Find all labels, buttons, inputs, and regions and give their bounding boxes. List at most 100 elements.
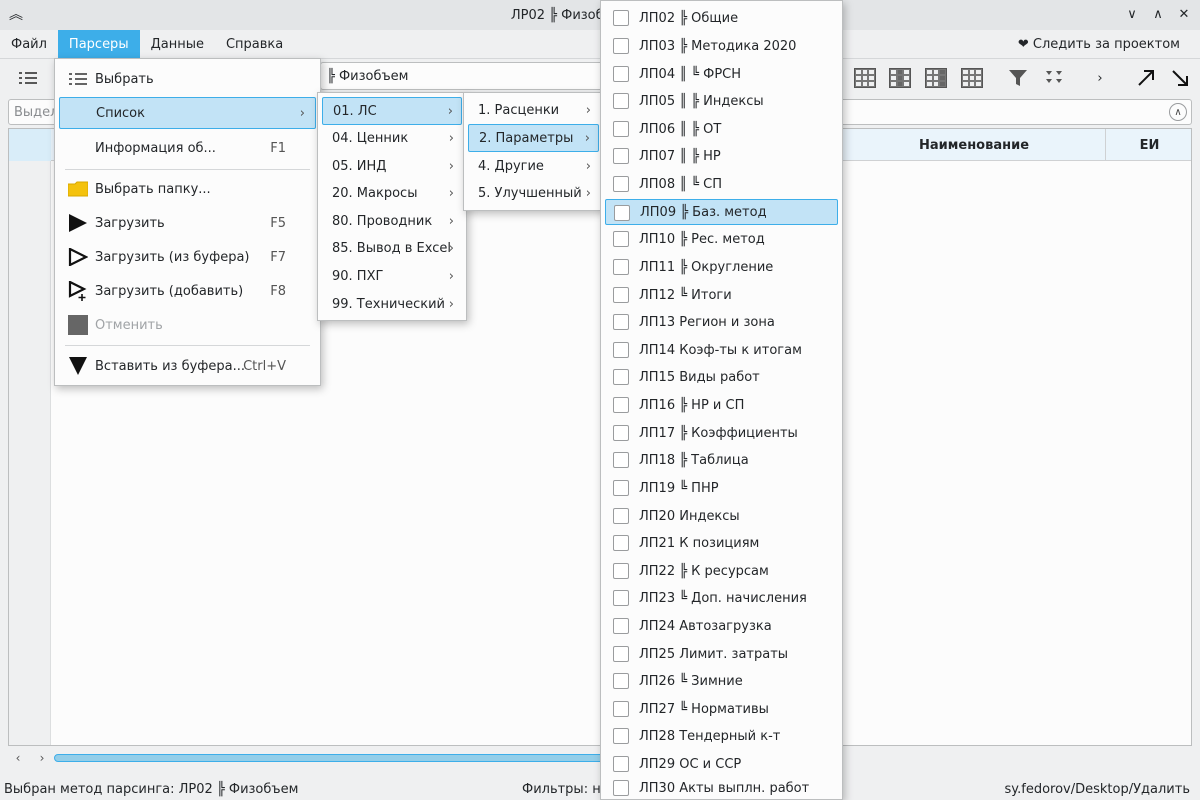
arrow-up-right-icon[interactable]: [1132, 65, 1160, 91]
checkbox[interactable]: [613, 590, 629, 606]
menu-item-select-folder[interactable]: Выбрать папку...: [59, 174, 316, 204]
checklist-item[interactable]: ЛП29 ОС и ССР: [605, 751, 838, 777]
grid-col-icon[interactable]: [886, 65, 914, 91]
submenu-item-ls[interactable]: 01. ЛС ›: [322, 97, 462, 125]
checkbox[interactable]: [613, 314, 629, 330]
menu-file[interactable]: Файл: [0, 30, 58, 58]
scroll-left-icon[interactable]: ‹: [10, 748, 26, 768]
follow-project-link[interactable]: ❤ Следить за проектом: [1018, 30, 1180, 58]
submenu-item-rates[interactable]: 1. Расценки ›: [468, 97, 599, 123]
filter-icon[interactable]: [1004, 65, 1032, 91]
scroll-right-icon[interactable]: ›: [34, 748, 50, 768]
checkbox[interactable]: [613, 231, 629, 247]
checklist-item[interactable]: ЛП20 Индексы: [605, 503, 838, 529]
checklist-item[interactable]: ЛП11 ╠ Округление: [605, 254, 838, 280]
header-name[interactable]: Наименование: [843, 129, 1105, 161]
checkbox[interactable]: [613, 397, 629, 413]
checklist-item[interactable]: ЛП14 Коэф-ты к итогам: [605, 337, 838, 363]
list-icon[interactable]: [14, 65, 42, 91]
checklist-item[interactable]: ЛП16 ╠ НР и СП: [605, 392, 838, 418]
arrow-down-right-icon[interactable]: [1166, 65, 1194, 91]
checkbox[interactable]: [613, 148, 629, 164]
checklist-item[interactable]: ЛП27 ╚ Нормативы: [605, 696, 838, 722]
submenu-item-ind[interactable]: 05. ИНД ›: [322, 153, 462, 179]
menu-item-load[interactable]: Загрузить F5: [59, 208, 316, 238]
close-icon[interactable]: ✕: [1176, 4, 1192, 24]
checklist-item[interactable]: ЛП22 ╠ К ресурсам: [605, 558, 838, 584]
checklist-item[interactable]: ЛП21 К позициям: [605, 530, 838, 556]
submenu-item-price[interactable]: 04. Ценник ›: [322, 125, 462, 151]
menu-item-info[interactable]: Информация об... F1: [59, 133, 316, 163]
minimize-icon[interactable]: ∨: [1124, 4, 1140, 24]
checkbox[interactable]: [613, 259, 629, 275]
checkbox[interactable]: [613, 646, 629, 662]
checklist-item[interactable]: ЛП26 ╚ Зимние: [605, 668, 838, 694]
checkbox[interactable]: [613, 93, 629, 109]
checklist-item[interactable]: ЛП09 ╠ Баз. метод: [605, 199, 838, 225]
checkbox[interactable]: [613, 369, 629, 385]
grid-plain-icon[interactable]: [958, 65, 986, 91]
checklist-item[interactable]: ЛП28 Тендерный к-т: [605, 723, 838, 749]
checkbox[interactable]: [613, 66, 629, 82]
submenu-item-technical[interactable]: 99. Технический ›: [322, 291, 462, 317]
more-chevron-icon[interactable]: ›: [1086, 65, 1114, 91]
grid-right-icon[interactable]: [922, 65, 950, 91]
menu-item-load-clipboard[interactable]: Загрузить (из буфера) F7: [59, 242, 316, 272]
checkbox[interactable]: [613, 728, 629, 744]
submenu-item-macros[interactable]: 20. Макросы ›: [322, 180, 462, 206]
collapse-icon[interactable]: ∧: [1169, 103, 1187, 121]
submenu-item-improved[interactable]: 5. Улучшенный ›: [468, 180, 599, 206]
menu-item-paste[interactable]: Вставить из буфера... Ctrl+V: [59, 351, 316, 381]
checklist-item[interactable]: ЛП25 Лимит. затраты: [605, 641, 838, 667]
maximize-icon[interactable]: ∧: [1150, 4, 1166, 24]
scroll-thumb[interactable]: [54, 754, 614, 762]
checkbox[interactable]: [613, 756, 629, 772]
checkbox[interactable]: [613, 10, 629, 26]
grid-all-icon[interactable]: [851, 65, 879, 91]
window-menu-icon[interactable]: ︽: [6, 4, 26, 24]
menu-help[interactable]: Справка: [215, 30, 294, 58]
header-corner[interactable]: [9, 129, 51, 161]
header-unit[interactable]: ЕИ: [1105, 129, 1193, 161]
menu-parsers[interactable]: Парсеры: [57, 30, 140, 58]
checkbox[interactable]: [613, 452, 629, 468]
checklist-item[interactable]: ЛП04 ║ ╚ ФРСН: [605, 61, 838, 87]
checklist-item[interactable]: ЛП06 ║ ╠ ОТ: [605, 116, 838, 142]
checkbox[interactable]: [613, 701, 629, 717]
menu-data[interactable]: Данные: [140, 30, 215, 58]
checkbox[interactable]: [614, 205, 630, 221]
checklist-item[interactable]: ЛП24 Автозагрузка: [605, 613, 838, 639]
checklist-item[interactable]: ЛП18 ╠ Таблица: [605, 447, 838, 473]
checklist-item[interactable]: ЛП23 ╚ Доп. начисления: [605, 585, 838, 611]
submenu-item-params[interactable]: 2. Параметры ›: [468, 124, 599, 152]
checklist-item[interactable]: ЛП03 ╠ Методика 2020: [605, 33, 838, 59]
checkbox[interactable]: [613, 480, 629, 496]
submenu-item-others[interactable]: 4. Другие ›: [468, 153, 599, 179]
checkbox[interactable]: [613, 121, 629, 137]
checklist-item[interactable]: ЛП10 ╠ Рес. метод: [605, 226, 838, 252]
checkbox[interactable]: [613, 563, 629, 579]
checklist-item[interactable]: ЛП08 ║ ╚ СП: [605, 171, 838, 197]
checkbox[interactable]: [613, 535, 629, 551]
parser-combo[interactable]: ╠ Физобъем: [320, 62, 610, 90]
submenu-item-explorer[interactable]: 80. Проводник ›: [322, 208, 462, 234]
submenu-item-phg[interactable]: 90. ПХГ ›: [322, 263, 462, 289]
checkbox[interactable]: [613, 780, 629, 796]
checkbox[interactable]: [613, 508, 629, 524]
menu-item-list[interactable]: Список ›: [59, 97, 316, 129]
checklist-item[interactable]: ЛП07 ║ ╠ НР: [605, 143, 838, 169]
filter-options-icon[interactable]: [1040, 65, 1068, 91]
checkbox[interactable]: [613, 287, 629, 303]
checklist-item[interactable]: ЛП30 Акты выплн. работ: [605, 775, 838, 800]
checklist-item[interactable]: ЛП15 Виды работ: [605, 364, 838, 390]
checkbox[interactable]: [613, 176, 629, 192]
checklist-item[interactable]: ЛП17 ╠ Коэффициенты: [605, 420, 838, 446]
checklist-item[interactable]: ЛП05 ║ ╠ Индексы: [605, 88, 838, 114]
checkbox[interactable]: [613, 38, 629, 54]
checklist-item[interactable]: ЛП12 ╚ Итоги: [605, 282, 838, 308]
checkbox[interactable]: [613, 618, 629, 634]
checkbox[interactable]: [613, 673, 629, 689]
menu-item-load-add[interactable]: Загрузить (добавить) F8: [59, 276, 316, 306]
checkbox[interactable]: [613, 342, 629, 358]
checkbox[interactable]: [613, 425, 629, 441]
